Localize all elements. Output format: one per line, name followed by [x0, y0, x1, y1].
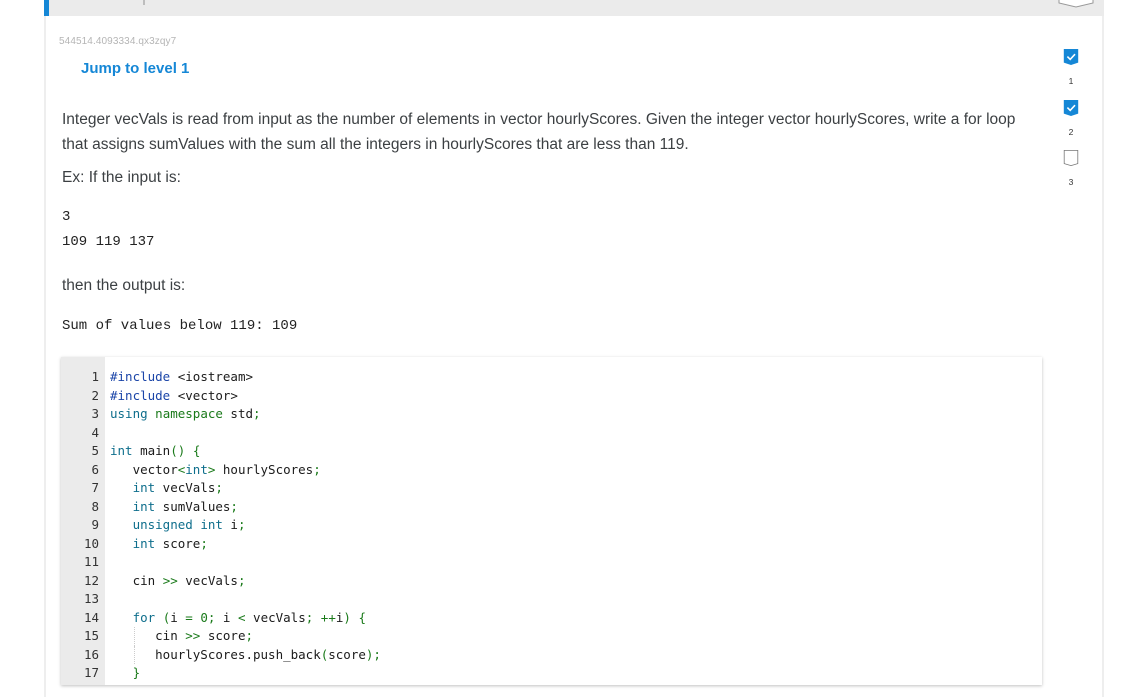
- level-number: 3: [1068, 177, 1074, 187]
- code-text[interactable]: hourlyScores.push_back(score);: [110, 646, 381, 665]
- collapse-chevron-icon[interactable]: [1058, 0, 1094, 8]
- code-line[interactable]: 8 int sumValues;: [61, 498, 1042, 517]
- code-text[interactable]: cin >> vecVals;: [110, 572, 246, 591]
- line-number: 17: [83, 665, 99, 680]
- example-input-label: Ex: If the input is:: [62, 169, 181, 186]
- code-line[interactable]: 2 #include <vector>: [61, 387, 1042, 406]
- code-line[interactable]: 7 int vecVals;: [61, 479, 1042, 498]
- code-line[interactable]: 4: [61, 424, 1042, 443]
- code-line[interactable]: 5 int main() {: [61, 442, 1042, 461]
- line-number: 13: [83, 591, 99, 606]
- indent-guide: [134, 627, 135, 646]
- line-number: 16: [83, 646, 99, 662]
- level-number: 1: [1068, 76, 1074, 86]
- code-line[interactable]: 6 vector<int> hourlyScores;: [61, 461, 1042, 480]
- code-line[interactable]: 1 #include <iostream>: [61, 368, 1042, 387]
- line-number: 4: [91, 424, 99, 440]
- line-number: 14: [83, 609, 99, 625]
- code-text[interactable]: }: [110, 664, 141, 683]
- code-line[interactable]: 11: [61, 553, 1042, 572]
- code-text[interactable]: using namespace std;: [110, 405, 261, 424]
- code-line[interactable]: 14 for (i = 0; i < vecVals; ++i) {: [61, 609, 1042, 628]
- line-number: 12: [83, 572, 99, 588]
- line-number: 2: [91, 387, 99, 403]
- top-bar: [44, 0, 1104, 16]
- indent-guide: [134, 645, 135, 664]
- code-editor[interactable]: 1 #include <iostream> 2 #include <vector> 3 u…: [61, 357, 1042, 685]
- code-text[interactable]: #include <iostream>: [110, 368, 253, 387]
- code-line[interactable]: 15 cin >> score;: [61, 627, 1042, 646]
- code-lines[interactable]: 1 #include <iostream> 2 #include <vector> 3 u…: [61, 368, 1042, 683]
- line-number: 6: [91, 461, 99, 477]
- example-output-line: Sum of values below 119: 109: [62, 318, 298, 334]
- line-number: 10: [83, 535, 99, 551]
- code-line[interactable]: 10 int score;: [61, 535, 1042, 554]
- line-number: 7: [91, 480, 99, 495]
- line-number: 3: [91, 406, 99, 421]
- level-2-indicator[interactable]: 2: [1062, 100, 1082, 137]
- jump-to-level-link[interactable]: Jump to level 1: [81, 60, 189, 77]
- code-text[interactable]: #include <vector>: [110, 387, 238, 406]
- code-text[interactable]: int sumValues;: [110, 498, 238, 517]
- line-number: 5: [91, 443, 99, 458]
- example-input-line: 3: [62, 209, 71, 225]
- line-number: 11: [83, 554, 99, 569]
- code-line[interactable]: 12 cin >> vecVals;: [61, 572, 1042, 591]
- line-number: 8: [91, 498, 99, 514]
- line-number: 1: [91, 369, 99, 384]
- level-1-indicator[interactable]: 1: [1062, 49, 1082, 86]
- level-3-indicator[interactable]: 3: [1062, 150, 1082, 187]
- level-number: 2: [1068, 127, 1074, 137]
- code-text[interactable]: int score;: [110, 535, 208, 554]
- empty-badge-icon: [1063, 150, 1079, 167]
- problem-prompt: Integer vecVals is read from input as th…: [62, 111, 1016, 153]
- example-output-label: then the output is:: [62, 277, 186, 294]
- code-text[interactable]: int main() {: [110, 442, 200, 461]
- code-text[interactable]: cin >> score;: [110, 627, 253, 646]
- code-line[interactable]: 17 }: [61, 664, 1042, 683]
- line-number: 9: [91, 517, 99, 532]
- activity-id: 544514.4093334.qx3zqy7: [59, 36, 177, 47]
- code-text[interactable]: unsigned int i;: [110, 516, 246, 535]
- code-line[interactable]: 3 using namespace std;: [61, 405, 1042, 424]
- code-line[interactable]: 9 unsigned int i;: [61, 516, 1042, 535]
- checkmark-badge-icon: [1063, 49, 1079, 65]
- code-text[interactable]: for (i = 0; i < vecVals; ++i) {: [110, 609, 366, 628]
- example-input-line: 109 119 137: [62, 234, 155, 250]
- top-bar-accent: [44, 0, 49, 16]
- code-line[interactable]: 16 hourlyScores.push_back(score);: [61, 645, 1042, 665]
- code-line[interactable]: 13: [61, 590, 1042, 609]
- code-text[interactable]: int vecVals;: [110, 479, 223, 498]
- top-bar-divider: [143, 0, 145, 5]
- code-text[interactable]: vector<int> hourlyScores;: [110, 461, 321, 480]
- line-number: 15: [83, 628, 99, 643]
- checkmark-badge-icon: [1063, 100, 1079, 116]
